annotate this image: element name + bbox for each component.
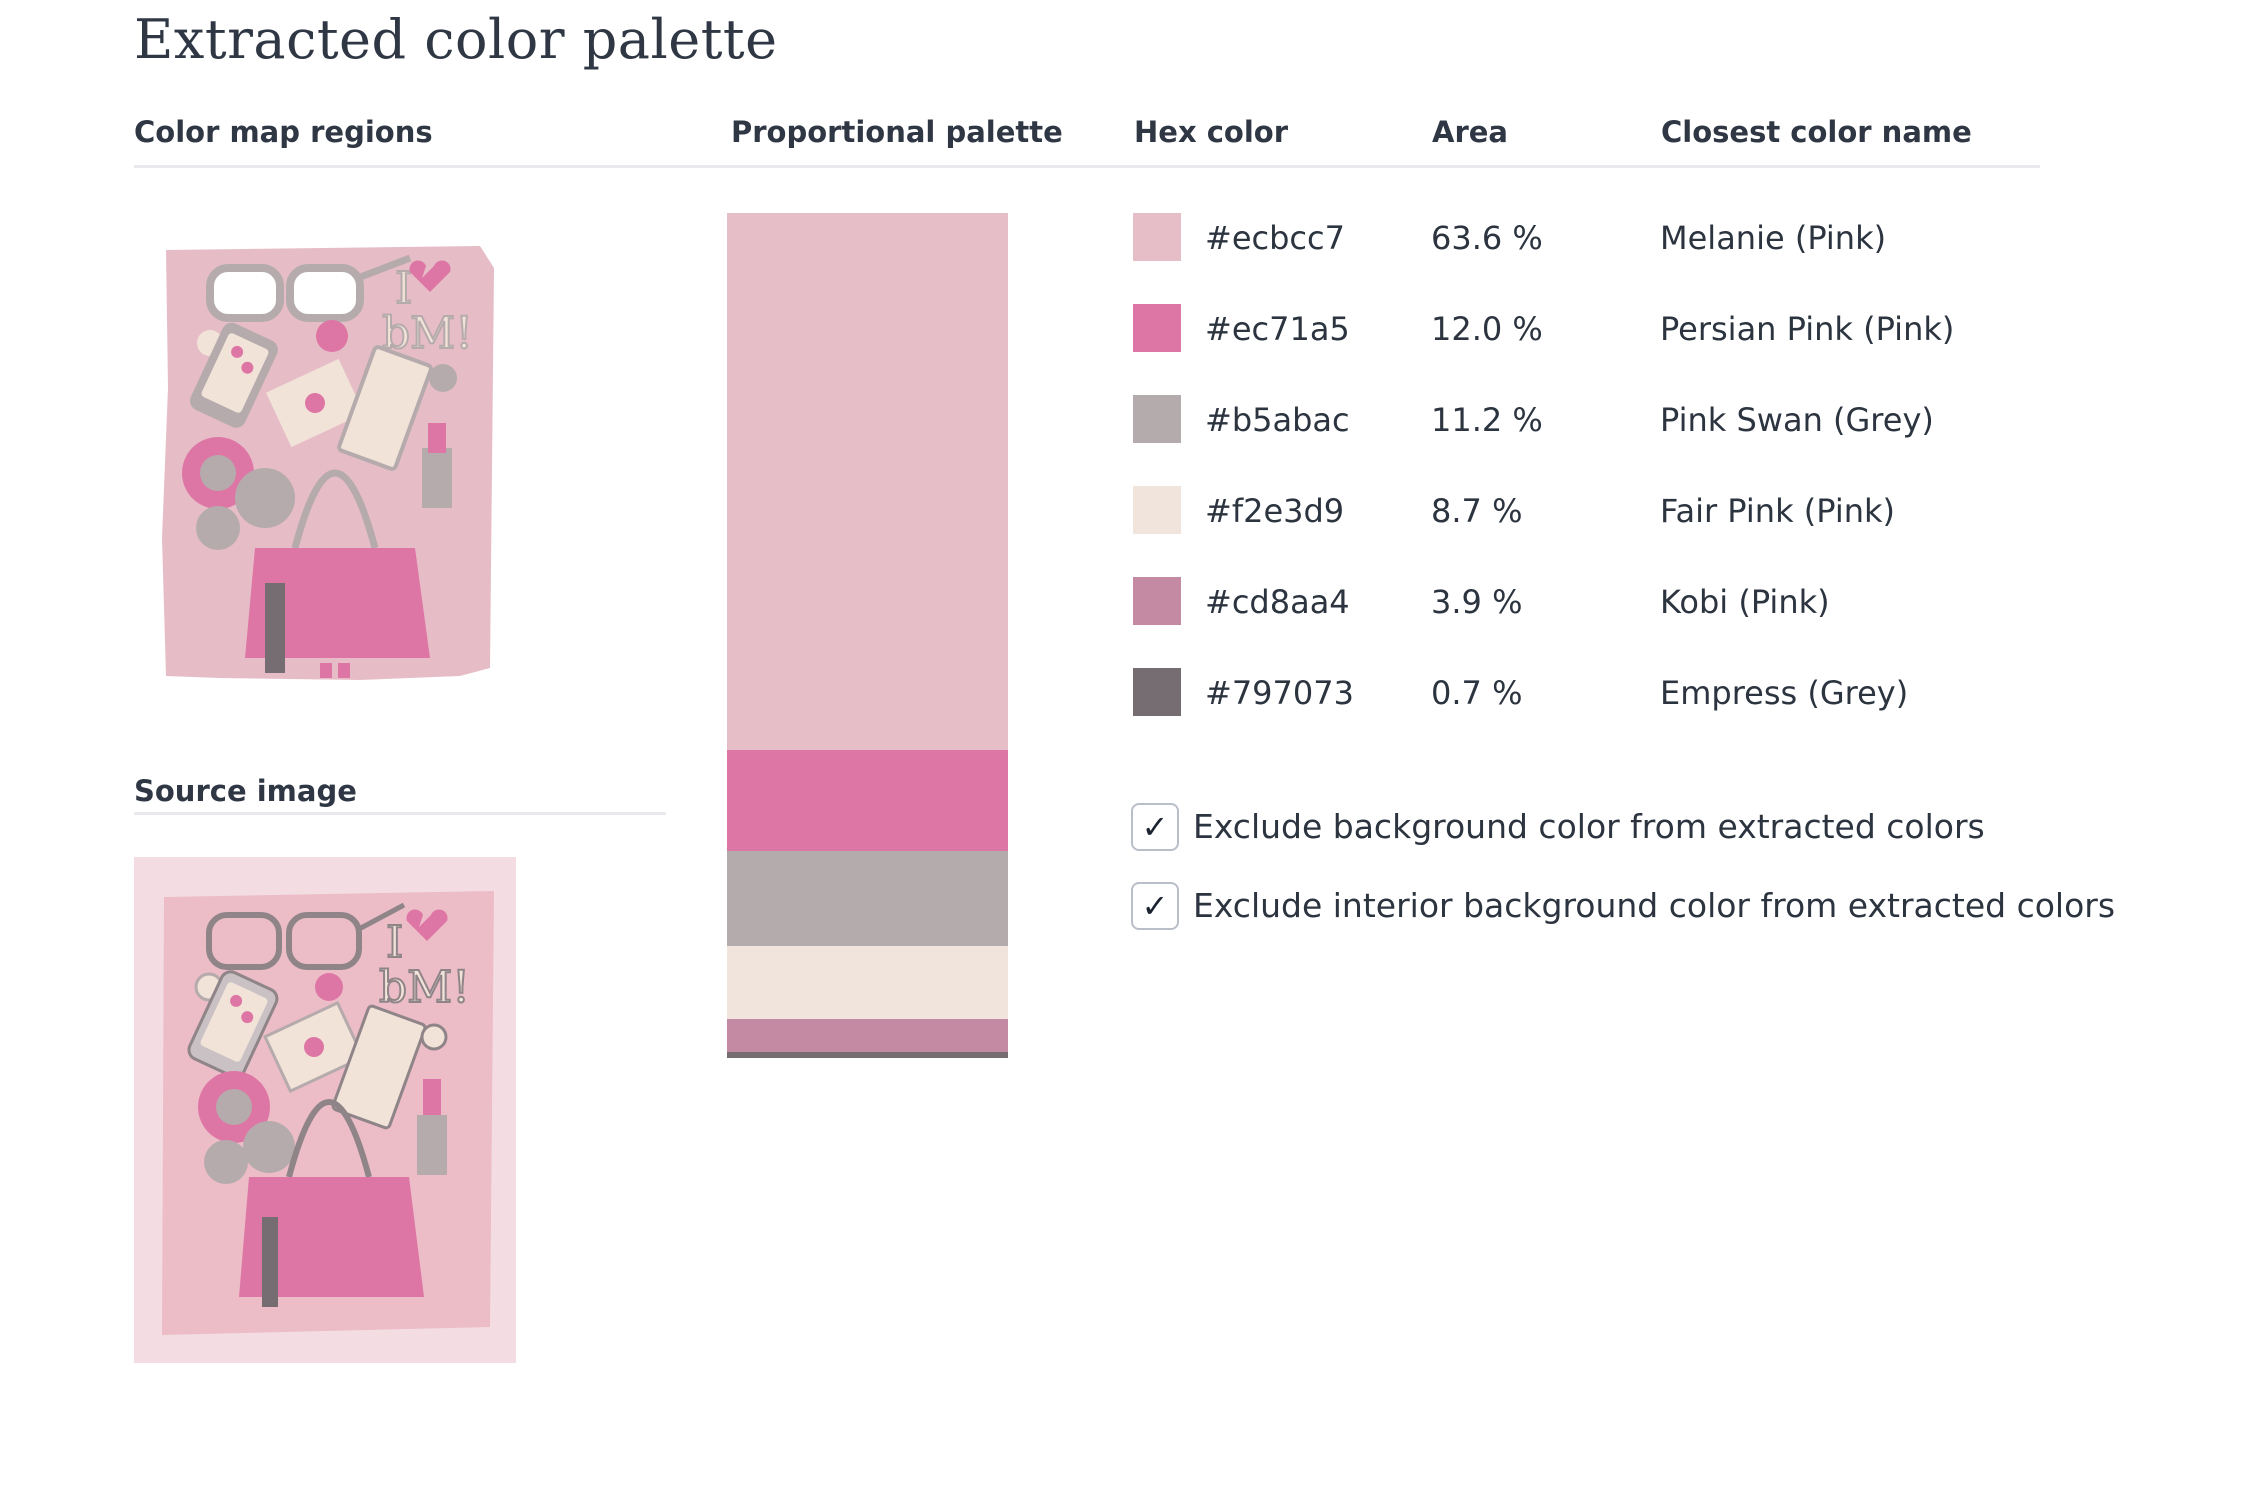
hex-value: #ecbcc7 [1205,219,1345,257]
color-name: Pink Swan (Grey) [1660,401,1934,439]
exclude-background-checkbox[interactable]: ✓ [1131,803,1179,851]
color-swatch [1133,395,1181,443]
hex-header: Hex color [1134,115,1289,149]
area-value: 0.7 % [1431,674,1523,712]
area-header: Area [1432,115,1508,149]
header-divider [134,165,2040,168]
palette-header: Proportional palette [731,115,1063,149]
hex-value: #797073 [1205,674,1354,712]
color-swatch [1133,486,1181,534]
name-header: Closest color name [1661,115,1972,149]
color-swatch [1133,304,1181,352]
color-swatch [1133,213,1181,261]
hex-value: #b5abac [1205,401,1350,439]
exclude-background-label[interactable]: Exclude background color from extracted … [1193,807,1985,846]
page-title: Extracted color palette [134,8,778,71]
palette-segment [727,1052,1008,1058]
exclude-interior-background-label[interactable]: Exclude interior background color from e… [1193,886,2115,925]
source-divider [134,812,666,815]
svg-text:bM!: bM! [379,962,470,1013]
color-name: Persian Pink (Pink) [1660,310,1955,348]
hex-value: #cd8aa4 [1205,583,1350,621]
color-name: Empress (Grey) [1660,674,1909,712]
palette-segment [727,851,1008,946]
color-name: Kobi (Pink) [1660,583,1830,621]
color-name: Fair Pink (Pink) [1660,492,1896,530]
source-image: I bM! [134,857,516,1363]
exclude-interior-background-checkbox[interactable]: ✓ [1131,882,1179,930]
color-map-header: Color map regions [134,115,433,149]
color-swatch [1133,577,1181,625]
area-value: 3.9 % [1431,583,1523,621]
source-image-header: Source image [134,774,357,808]
palette-segment [727,945,1008,1020]
svg-text:I: I [386,917,403,968]
color-swatch [1133,668,1181,716]
color-map-image: I bM! [160,238,500,688]
area-value: 11.2 % [1431,401,1543,439]
area-value: 63.6 % [1431,219,1543,257]
palette-segment [727,1019,1008,1053]
proportional-palette [727,213,1008,1058]
palette-segment [727,213,1008,750]
hex-value: #f2e3d9 [1205,492,1345,530]
area-value: 12.0 % [1431,310,1543,348]
palette-segment [727,749,1008,852]
area-value: 8.7 % [1431,492,1523,530]
hex-value: #ec71a5 [1205,310,1350,348]
color-name: Melanie (Pink) [1660,219,1887,257]
